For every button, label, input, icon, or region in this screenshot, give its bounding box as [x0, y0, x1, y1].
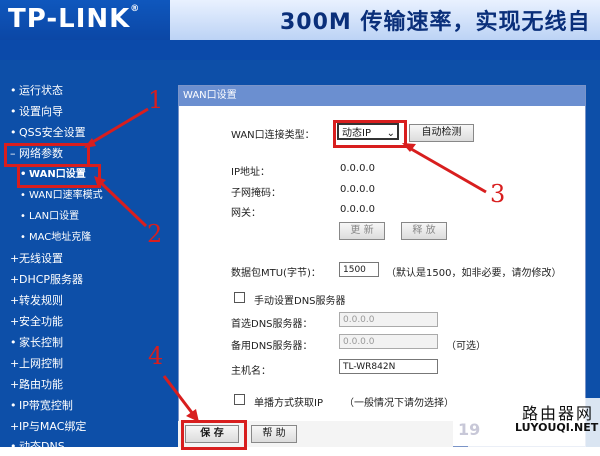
- arrow-2: [96, 178, 148, 228]
- arrow-4: [162, 375, 198, 419]
- annotation-1: 1: [148, 86, 164, 114]
- watermark-url: LUYOUQI.NET: [515, 421, 599, 434]
- annotation-arrows: [84, 107, 487, 422]
- arrow-3: [405, 144, 487, 194]
- annotation-2: 2: [147, 220, 163, 248]
- arrow-1: [85, 107, 149, 148]
- watermark-faint-text: 19: [458, 420, 481, 439]
- annotation-3: 3: [490, 180, 506, 208]
- annotation-4: 4: [148, 342, 164, 370]
